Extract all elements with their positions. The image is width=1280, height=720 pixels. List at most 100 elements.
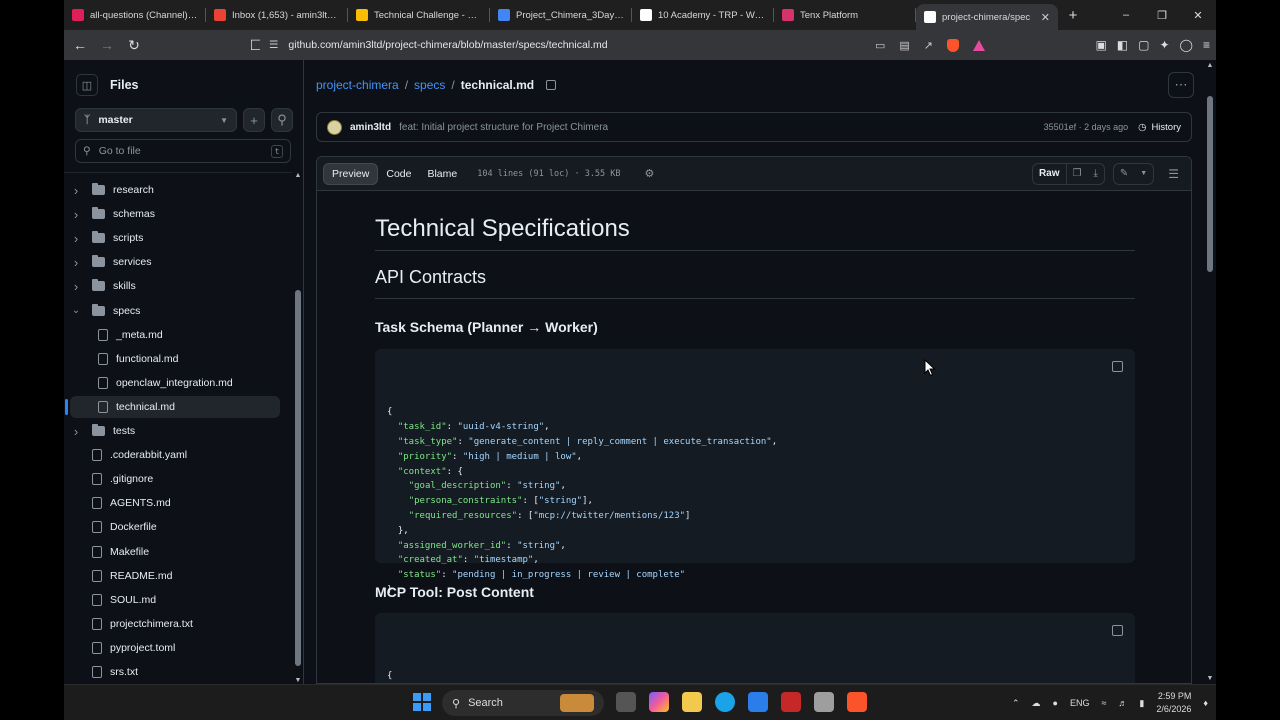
tab-blame[interactable]: Blame bbox=[419, 163, 465, 185]
breadcrumb-repo[interactable]: project-chimera bbox=[316, 78, 399, 92]
scroll-up-arrow[interactable]: ▲ bbox=[1204, 62, 1216, 69]
notification-bell-icon[interactable]: ♦ bbox=[1203, 698, 1208, 708]
lenovo-app-icon[interactable] bbox=[781, 692, 801, 712]
maximize-button[interactable]: ❐ bbox=[1144, 0, 1180, 30]
forward-button[interactable]: → bbox=[96, 34, 118, 56]
tree-folder[interactable]: › schemas bbox=[70, 203, 280, 225]
tree-file[interactable]: Dockerfile bbox=[70, 516, 280, 538]
file-tree-scrollbar[interactable]: ▲ ▼ bbox=[294, 172, 302, 684]
file-explorer-icon[interactable] bbox=[682, 692, 702, 712]
tree-folder[interactable]: › tests bbox=[70, 420, 280, 442]
tab-preview[interactable]: Preview bbox=[323, 162, 379, 185]
browser-tab[interactable]: Tenx Platform bbox=[774, 0, 916, 30]
history-button[interactable]: ◷ History bbox=[1138, 122, 1181, 133]
browser-tab[interactable]: Project_Chimera_3Day_Ch bbox=[490, 0, 632, 30]
chevron-right-icon[interactable]: › bbox=[70, 424, 82, 439]
copy-code-icon[interactable] bbox=[1112, 361, 1123, 372]
brave-shields-icon[interactable] bbox=[947, 38, 959, 52]
copilot-app-icon[interactable] bbox=[649, 692, 669, 712]
tree-file[interactable]: .coderabbit.yaml bbox=[70, 444, 280, 466]
search-button[interactable]: ⚲ bbox=[271, 108, 293, 132]
commit-author[interactable]: amin3ltd bbox=[350, 122, 391, 133]
taskbar-search[interactable]: ⚲ Search bbox=[442, 690, 604, 716]
chevron-down-icon[interactable]: ▼ bbox=[1134, 163, 1153, 185]
more-options-button[interactable]: ⋯ bbox=[1168, 72, 1194, 98]
tree-file[interactable]: .gitignore bbox=[70, 468, 280, 490]
chevron-right-icon[interactable]: › bbox=[70, 207, 82, 222]
leo-ai-icon[interactable]: ✦ bbox=[1159, 38, 1169, 52]
chevron-right-icon[interactable]: › bbox=[70, 231, 82, 246]
volume-icon[interactable]: ♬ bbox=[1118, 698, 1127, 708]
scroll-up-arrow[interactable]: ▲ bbox=[294, 172, 302, 179]
language-indicator[interactable]: ENG bbox=[1070, 698, 1090, 708]
tab-code[interactable]: Code bbox=[378, 163, 419, 185]
copy-code-icon[interactable] bbox=[1112, 625, 1123, 636]
task-view-icon[interactable] bbox=[616, 692, 636, 712]
browser-tab[interactable]: all-questions (Channel) - 1 bbox=[64, 0, 206, 30]
minimize-button[interactable]: – bbox=[1108, 0, 1144, 30]
branch-selector[interactable]: ᛉ master ▼ bbox=[75, 108, 237, 132]
reload-button[interactable]: ↻ bbox=[123, 34, 145, 56]
tree-file[interactable]: pyproject.toml bbox=[70, 637, 280, 659]
microphone-icon[interactable]: ● bbox=[1053, 698, 1058, 708]
windows-start-icon[interactable] bbox=[413, 693, 431, 711]
copy-raw-icon[interactable]: ❐ bbox=[1067, 163, 1088, 185]
onedrive-icon[interactable]: ☁ bbox=[1032, 698, 1041, 709]
chevron-right-icon[interactable]: › bbox=[70, 183, 82, 198]
tree-file[interactable]: SOUL.md bbox=[70, 589, 280, 611]
close-tab-icon[interactable]: ✕ bbox=[1041, 11, 1050, 24]
tree-file[interactable]: srs.txt bbox=[70, 661, 280, 683]
scrollbar-thumb[interactable] bbox=[295, 290, 301, 666]
copilot-icon[interactable]: ⚙ bbox=[645, 167, 655, 180]
show-hidden-icons[interactable]: ⌃ bbox=[1012, 698, 1020, 709]
wifi-icon[interactable]: ≈ bbox=[1101, 698, 1106, 708]
store-icon[interactable] bbox=[748, 692, 768, 712]
chevron-down-icon[interactable]: ⌄ bbox=[70, 305, 82, 316]
back-button[interactable]: ← bbox=[69, 34, 91, 56]
tree-folder[interactable]: › research bbox=[70, 179, 280, 201]
tree-file[interactable]: projectchimera.txt bbox=[70, 613, 280, 635]
share-icon[interactable]: ↗ bbox=[924, 39, 933, 52]
address-bar[interactable]: ☰ github.com/amin3ltd/project-chimera/bl… bbox=[259, 33, 995, 57]
brave-browser-icon[interactable] bbox=[847, 692, 867, 712]
chevron-right-icon[interactable]: › bbox=[70, 255, 82, 270]
tree-file[interactable]: Makefile bbox=[70, 541, 280, 563]
clock[interactable]: 2:59 PM 2/6/2026 bbox=[1156, 690, 1191, 716]
battery-icon[interactable]: ▮ bbox=[1139, 698, 1144, 709]
tree-folder[interactable]: › skills bbox=[70, 275, 280, 297]
page-scrollbar[interactable]: ▲ ▼ bbox=[1204, 60, 1216, 684]
edit-pencil-icon[interactable]: ✎ bbox=[1114, 163, 1134, 185]
sidebar-toggle-icon[interactable]: ◧ bbox=[1117, 38, 1128, 52]
tree-file[interactable]: functional.md bbox=[70, 348, 280, 370]
app-icon[interactable] bbox=[814, 692, 834, 712]
close-window-button[interactable]: ✕ bbox=[1180, 0, 1216, 30]
tree-file[interactable]: AGENTS.md bbox=[70, 492, 280, 514]
menu-icon[interactable]: ≡ bbox=[1203, 38, 1210, 52]
brave-rewards-icon[interactable] bbox=[973, 39, 985, 51]
scroll-down-arrow[interactable]: ▼ bbox=[294, 677, 302, 684]
browser-tab[interactable]: Technical Challenge - Goo bbox=[348, 0, 490, 30]
tree-folder[interactable]: › services bbox=[70, 251, 280, 273]
browser-tab[interactable]: project-chimera/spec ✕ bbox=[916, 4, 1058, 30]
copy-path-icon[interactable] bbox=[546, 80, 557, 90]
screenshot-icon[interactable]: ▣ bbox=[1095, 38, 1106, 52]
tree-folder[interactable]: ⌄ specs bbox=[70, 300, 280, 322]
chevron-right-icon[interactable]: › bbox=[70, 279, 82, 294]
avatar[interactable] bbox=[327, 119, 342, 135]
breadcrumb-folder[interactable]: specs bbox=[414, 78, 445, 92]
collapse-sidebar-icon[interactable]: ◫ bbox=[76, 74, 98, 96]
download-icon[interactable]: ⤓ bbox=[1087, 163, 1103, 185]
commit-meta[interactable]: 35501ef · 2 days ago bbox=[1044, 122, 1129, 132]
tree-file[interactable]: README.md bbox=[70, 565, 280, 587]
commit-message[interactable]: feat: Initial project structure for Proj… bbox=[399, 122, 608, 133]
reader-mode-icon[interactable]: ▤ bbox=[899, 39, 909, 52]
browser-tab[interactable]: 10 Academy - TRP - Week bbox=[632, 0, 774, 30]
add-file-button[interactable]: + bbox=[243, 108, 265, 132]
browser-tab[interactable]: Inbox (1,653) - amin3ltd@ bbox=[206, 0, 348, 30]
site-settings-icon[interactable]: ☰ bbox=[269, 39, 278, 51]
cast-icon[interactable]: ▭ bbox=[875, 39, 885, 52]
vpn-icon[interactable]: ◯ bbox=[1180, 38, 1193, 52]
raw-button[interactable]: Raw bbox=[1033, 162, 1067, 185]
outline-icon[interactable]: ☰ bbox=[1162, 167, 1185, 181]
tree-folder[interactable]: › scripts bbox=[70, 227, 280, 249]
